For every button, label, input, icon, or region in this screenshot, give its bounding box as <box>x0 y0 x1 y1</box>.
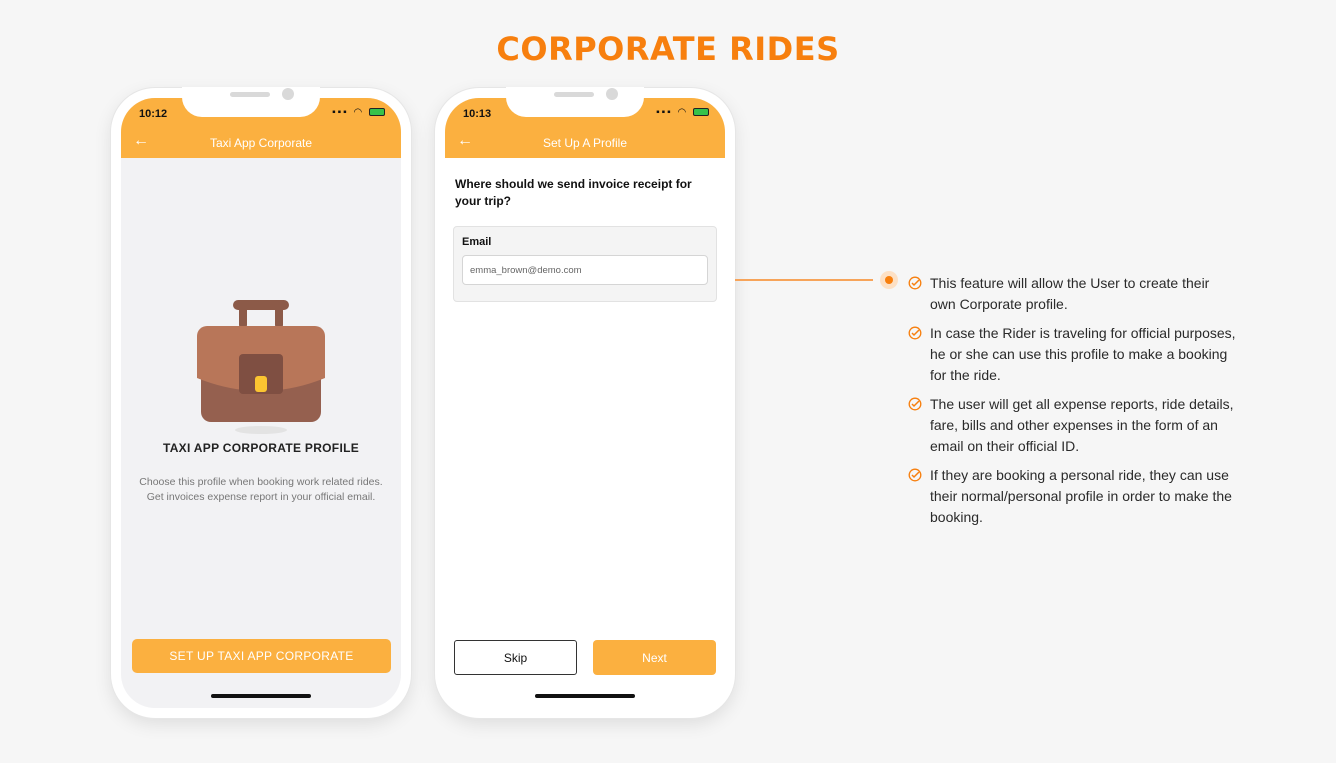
connector-line <box>735 279 873 281</box>
feature-item: If they are booking a personal ride, the… <box>908 465 1238 528</box>
speaker <box>230 92 270 97</box>
email-card: Email emma_brown@demo.com <box>453 226 717 302</box>
status-time: 10:13 <box>463 108 492 120</box>
feature-item: The user will get all expense reports, r… <box>908 394 1238 457</box>
check-circle-icon <box>908 397 922 411</box>
connector-dot <box>880 271 898 289</box>
phone-screen: 10:13 ▪▪▪ ◠ ← Set Up A Profile Where sho… <box>445 98 725 708</box>
phone-notch <box>182 87 320 117</box>
battery-icon <box>369 108 385 117</box>
next-button[interactable]: Next <box>593 640 716 675</box>
page-title: CORPORATE RIDES <box>496 30 840 68</box>
wifi-icon: ◠ <box>677 107 689 118</box>
profile-heading: TAXI APP CORPORATE PROFILE <box>162 441 360 455</box>
status-icons: ▪▪▪ ◠ <box>656 107 709 118</box>
skip-button[interactable]: Skip <box>454 640 577 675</box>
phone-screen: 10:12 ▪▪▪ ◠ ← Taxi App Corporate TAXI AP… <box>121 98 401 708</box>
profile-description: Choose this profile when booking work re… <box>139 476 383 503</box>
feature-text: If they are booking a personal ride, the… <box>930 467 1232 525</box>
signal-icon: ▪▪▪ <box>656 107 673 118</box>
camera <box>606 88 618 100</box>
battery-icon <box>693 108 709 117</box>
feature-text: In case the Rider is traveling for offic… <box>930 325 1236 383</box>
feature-item: In case the Rider is traveling for offic… <box>908 323 1238 386</box>
home-indicator[interactable] <box>211 694 311 698</box>
wifi-icon: ◠ <box>353 107 365 118</box>
app-bar-title: Set Up A Profile <box>542 136 628 150</box>
speaker <box>554 92 594 97</box>
signal-icon: ▪▪▪ <box>332 107 349 118</box>
email-input[interactable]: emma_brown@demo.com <box>462 255 708 285</box>
app-bar-title: Taxi App Corporate <box>209 136 313 150</box>
phone-setup-profile: 10:13 ▪▪▪ ◠ ← Set Up A Profile Where sho… <box>435 87 735 718</box>
invoice-question: Where should we send invoice receipt for… <box>455 177 692 208</box>
status-icons: ▪▪▪ ◠ <box>332 107 385 118</box>
check-circle-icon <box>908 468 922 482</box>
connector-dot-center <box>885 276 893 284</box>
feature-item: This feature will allow the User to crea… <box>908 273 1238 315</box>
camera <box>282 88 294 100</box>
check-circle-icon <box>908 326 922 340</box>
feature-list: This feature will allow the User to crea… <box>908 273 1238 536</box>
phone-corporate-intro: 10:12 ▪▪▪ ◠ ← Taxi App Corporate TAXI AP… <box>111 87 411 718</box>
email-label: Email <box>462 236 492 248</box>
status-time: 10:12 <box>139 108 168 120</box>
home-indicator[interactable] <box>535 694 635 698</box>
phone-notch <box>506 87 644 117</box>
check-circle-icon <box>908 276 922 290</box>
setup-corporate-button[interactable]: SET UP TAXI APP CORPORATE <box>132 639 391 673</box>
feature-text: This feature will allow the User to crea… <box>930 275 1210 312</box>
briefcase-icon <box>197 300 325 434</box>
feature-text: The user will get all expense reports, r… <box>930 396 1234 454</box>
